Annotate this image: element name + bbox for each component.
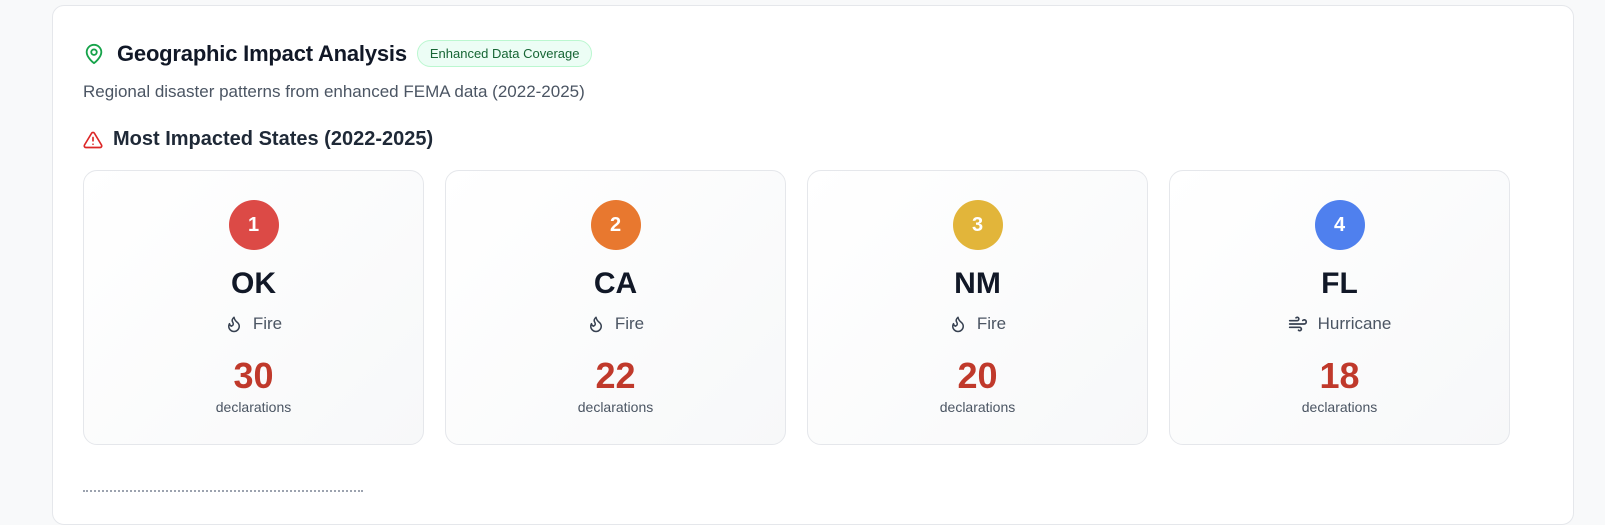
wind-icon: [1288, 316, 1307, 332]
declaration-unit: declarations: [939, 399, 1016, 415]
state-code: CA: [593, 267, 638, 300]
disaster-type: Hurricane: [1170, 314, 1509, 334]
page-title: Geographic Impact Analysis: [117, 40, 407, 66]
disaster-type-label: Fire: [614, 314, 645, 333]
declaration-count: 30: [233, 355, 274, 396]
disaster-type-label: Fire: [976, 314, 1007, 333]
disaster-type-label: Fire: [252, 314, 283, 333]
flame-icon: [589, 316, 602, 333]
coverage-badge: Enhanced Data Coverage: [416, 40, 593, 67]
state-card-ca[interactable]: 2 CA Fire 22 declarations: [445, 170, 786, 445]
page-subtitle: Regional disaster patterns from enhanced…: [83, 82, 585, 101]
alert-triangle-icon: [83, 130, 103, 150]
state-card-ok[interactable]: 1 OK Fire 30 declarations: [83, 170, 424, 445]
states-grid: 1 OK Fire 30 declarations 2 CA Fire 22 d…: [83, 170, 1510, 445]
declaration-count: 22: [595, 355, 636, 396]
geographic-impact-card: Geographic Impact Analysis Enhanced Data…: [52, 5, 1574, 525]
state-card-nm[interactable]: 3 NM Fire 20 declarations: [807, 170, 1148, 445]
declaration-unit: declarations: [1301, 399, 1378, 415]
map-pin-icon: [83, 42, 105, 66]
declaration-unit: declarations: [215, 399, 292, 415]
declaration-unit: declarations: [577, 399, 654, 415]
declaration-count: 20: [957, 355, 998, 396]
state-code: OK: [231, 267, 276, 300]
section-title: Most Impacted States (2022-2025): [113, 128, 434, 150]
disaster-type: Fire: [446, 314, 785, 334]
flame-icon: [951, 316, 964, 333]
flame-icon: [227, 316, 240, 333]
rank-badge: 1: [228, 200, 279, 250]
disaster-type: Fire: [808, 314, 1147, 334]
card-header: Geographic Impact Analysis Enhanced Data…: [83, 40, 593, 67]
disaster-type: Fire: [84, 314, 423, 334]
rank-badge: 4: [1314, 200, 1365, 250]
next-section-divider: [83, 490, 363, 496]
section-header: Most Impacted States (2022-2025): [83, 128, 433, 151]
rank-badge: 3: [952, 200, 1003, 250]
state-code: FL: [1321, 267, 1358, 300]
declaration-count: 18: [1319, 355, 1360, 396]
disaster-type-label: Hurricane: [1317, 314, 1392, 333]
state-card-fl[interactable]: 4 FL Hurricane 18 declarations: [1169, 170, 1510, 445]
state-code: NM: [954, 267, 1001, 300]
rank-badge: 2: [590, 200, 641, 250]
